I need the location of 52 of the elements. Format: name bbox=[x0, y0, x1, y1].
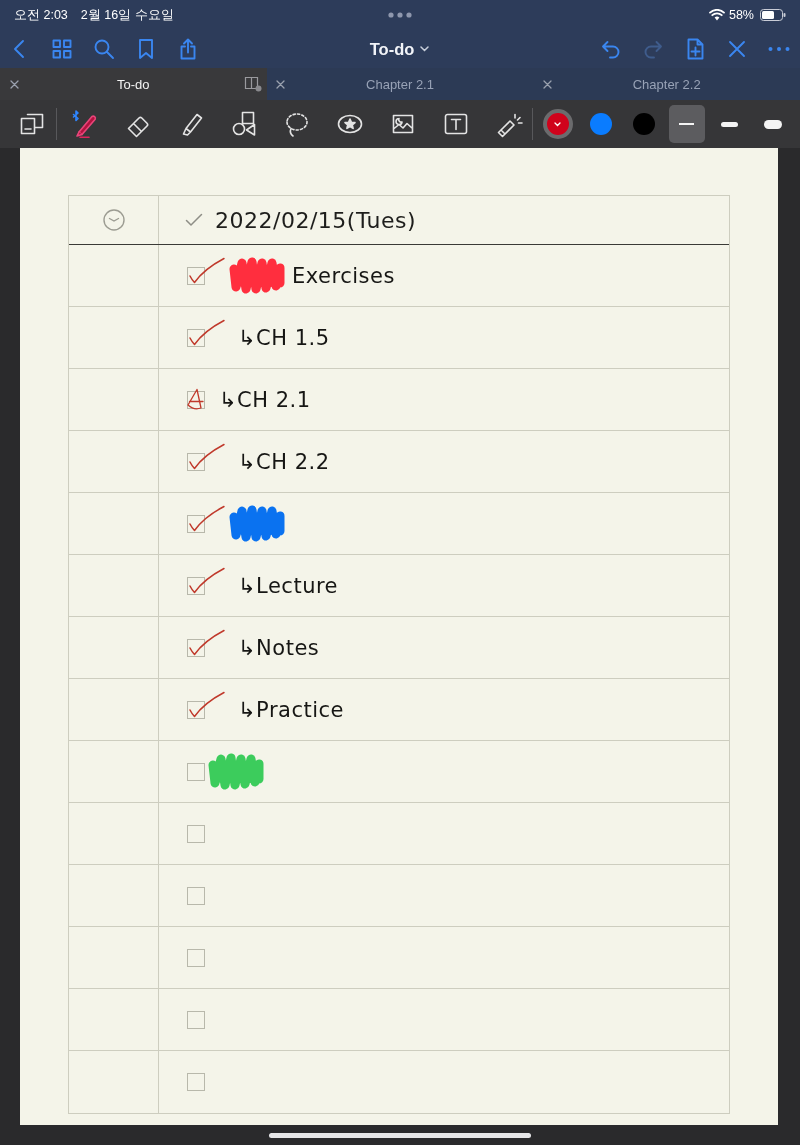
checkbox[interactable] bbox=[187, 762, 205, 781]
close-icon[interactable] bbox=[9, 79, 19, 89]
checkbox[interactable] bbox=[186, 566, 226, 596]
battery-percent: 58% bbox=[728, 8, 754, 22]
swatch-icon[interactable] bbox=[632, 113, 655, 135]
checkbox[interactable] bbox=[186, 690, 226, 720]
close-icon[interactable] bbox=[542, 79, 552, 89]
task-text: ↳CH 2.1 bbox=[219, 387, 311, 412]
tab[interactable]: To-do bbox=[0, 68, 267, 100]
tab[interactable]: Chapter 2.2 bbox=[533, 68, 800, 100]
status-date: 2월 16일 수요일 bbox=[80, 6, 174, 24]
checkbox[interactable] bbox=[185, 387, 207, 412]
swatch-icon[interactable] bbox=[542, 109, 573, 139]
swatch-icon[interactable] bbox=[589, 113, 612, 135]
search-icon[interactable] bbox=[92, 37, 116, 61]
checkbox[interactable] bbox=[186, 256, 226, 286]
checkbox[interactable] bbox=[186, 442, 226, 472]
tab[interactable]: Chapter 2.1 bbox=[266, 68, 534, 100]
task-text: ↳CH 1.5 bbox=[238, 325, 330, 350]
task-text: ↳Practice bbox=[238, 697, 344, 722]
title-menu-button[interactable]: To-do bbox=[365, 37, 434, 61]
caret-icon bbox=[420, 46, 430, 52]
checkbox[interactable] bbox=[187, 1010, 205, 1029]
line-weight-icon bbox=[763, 119, 782, 129]
check-icon bbox=[185, 213, 203, 227]
caret-icon bbox=[554, 121, 561, 127]
clock-icon bbox=[102, 209, 125, 231]
stroke-width-button[interactable] bbox=[668, 105, 705, 143]
checkbox[interactable] bbox=[187, 886, 205, 905]
task-text: ↳Notes bbox=[238, 635, 320, 660]
wifi-icon bbox=[708, 9, 725, 21]
grid-icon[interactable] bbox=[50, 37, 74, 61]
checkbox[interactable] bbox=[187, 824, 205, 843]
line-weight-icon bbox=[721, 121, 738, 127]
lasso-icon[interactable] bbox=[283, 110, 311, 138]
split-view-icon[interactable] bbox=[243, 76, 262, 92]
date-heading: 2022/02/15(Tues) bbox=[215, 207, 416, 233]
line-weight-icon bbox=[679, 123, 694, 125]
status-time: 오전 2:03 bbox=[14, 6, 68, 24]
checkbox[interactable] bbox=[186, 318, 226, 348]
checkbox[interactable] bbox=[187, 948, 205, 967]
checkbox[interactable] bbox=[187, 1073, 205, 1091]
task-text: ↳Lecture bbox=[238, 573, 339, 598]
close-icon[interactable] bbox=[276, 79, 286, 89]
task-text: ↳CH 2.2 bbox=[238, 449, 330, 474]
battery-icon bbox=[760, 9, 786, 21]
checkbox[interactable] bbox=[186, 504, 226, 534]
multitasking-dots-icon[interactable] bbox=[388, 12, 412, 18]
shapes-icon[interactable] bbox=[230, 110, 258, 138]
pen-icon[interactable] bbox=[71, 110, 99, 138]
task-text: Exercises bbox=[292, 263, 395, 288]
checkbox[interactable] bbox=[186, 628, 226, 658]
